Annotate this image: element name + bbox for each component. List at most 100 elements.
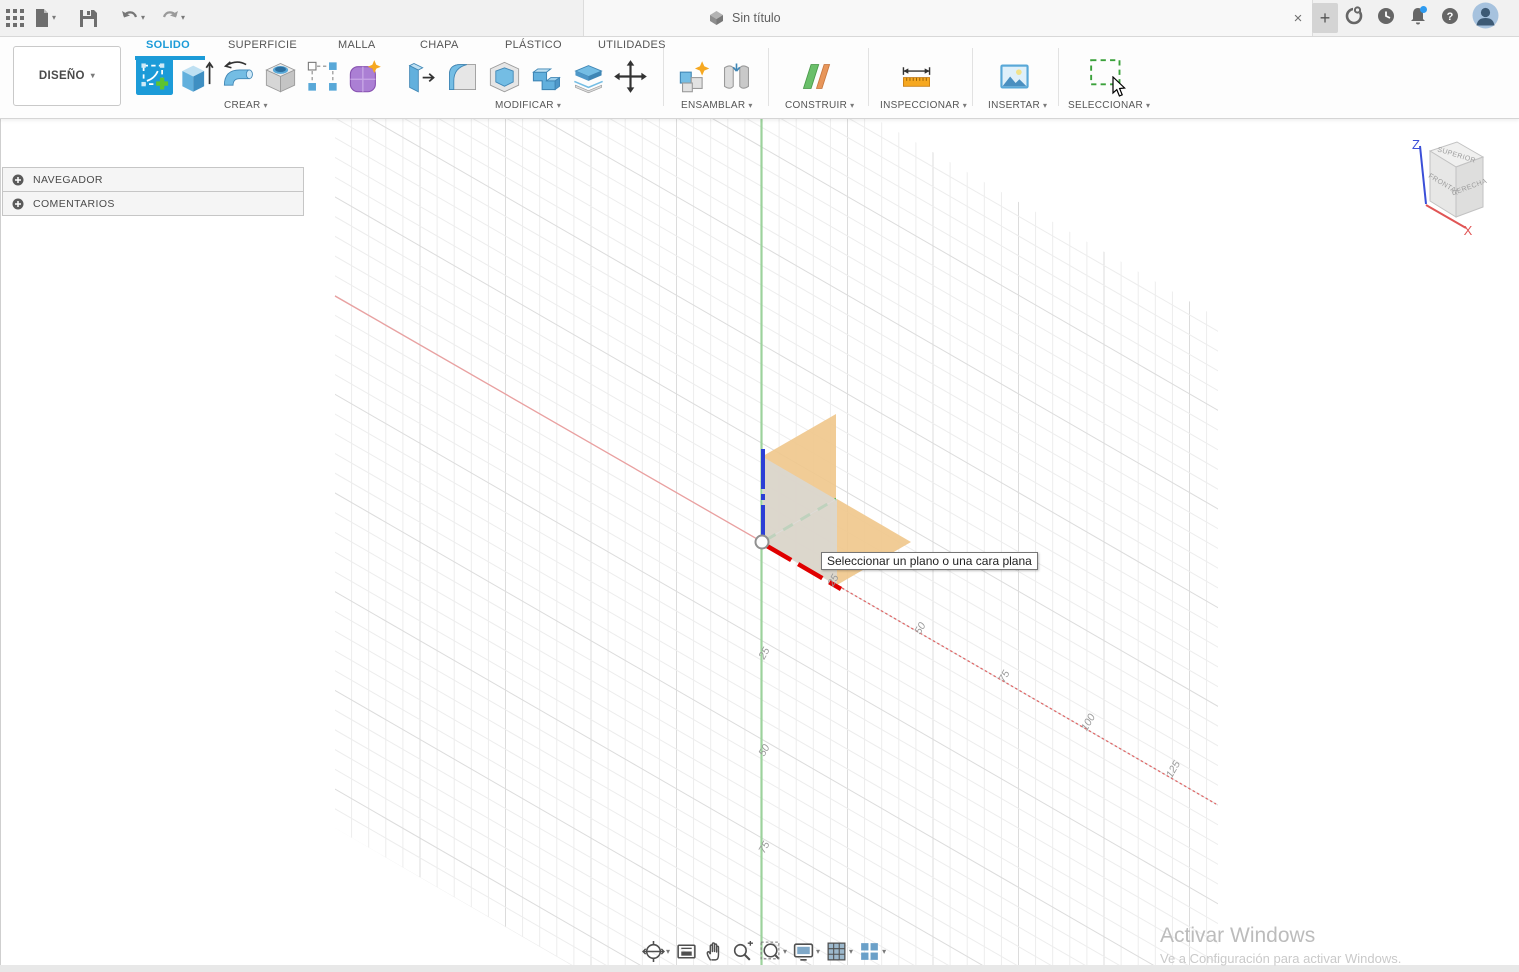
look-at-icon xyxy=(677,944,696,959)
group-divider xyxy=(768,48,769,106)
fit-caret[interactable]: ▾ xyxy=(783,947,787,956)
x-axis-label: 125 xyxy=(1164,759,1183,780)
viewports-icon xyxy=(861,943,878,960)
document-title: Sin título xyxy=(732,11,781,25)
display-settings-button[interactable]: ▾ xyxy=(792,940,820,963)
x-axis-label: 50 xyxy=(912,620,928,636)
zoom-button[interactable] xyxy=(731,940,754,963)
display-settings-caret[interactable]: ▾ xyxy=(816,947,820,956)
display-settings-icon xyxy=(793,943,814,961)
look-at-button[interactable] xyxy=(675,940,698,963)
origin-point[interactable] xyxy=(754,534,770,550)
rectangular-pattern-button[interactable] xyxy=(304,58,341,95)
save-button[interactable] xyxy=(80,9,98,27)
undo-button[interactable]: ▾ xyxy=(121,10,145,26)
new-tab-button[interactable]: + xyxy=(1312,3,1338,33)
fit-button[interactable]: ▾ xyxy=(759,940,787,963)
expand-icon[interactable] xyxy=(12,174,24,186)
create-sketch-button[interactable] xyxy=(136,58,173,95)
tab-malla[interactable]: MALLA xyxy=(338,39,376,51)
profile-avatar[interactable] xyxy=(1472,2,1499,34)
tab-plastico[interactable]: PLÁSTICO xyxy=(505,39,562,51)
group-label-construir[interactable]: CONSTRUIR ▾ xyxy=(785,100,854,111)
viewports-caret[interactable]: ▾ xyxy=(882,947,886,956)
create-form-button[interactable] xyxy=(346,58,383,95)
close-tab-button[interactable]: × xyxy=(1288,8,1308,28)
viewcube[interactable]: SUPERIOR FRONTAL DERECHA Z X xyxy=(1412,137,1488,238)
notifications-icon[interactable] xyxy=(1408,5,1428,31)
group-divider xyxy=(663,48,664,106)
titlebar: ▾ ▾ ▾ Sin título × + ? xyxy=(0,0,1519,37)
tab-chapa[interactable]: CHAPA xyxy=(420,39,459,51)
group-divider xyxy=(972,48,973,106)
group-label-seleccionar[interactable]: SELECCIONAR ▾ xyxy=(1068,100,1150,111)
job-status-icon[interactable] xyxy=(1376,6,1396,31)
grid-settings-button[interactable]: ▾ xyxy=(825,940,853,963)
expand-icon[interactable] xyxy=(12,198,24,210)
offset-face-button[interactable] xyxy=(570,58,607,95)
tab-solido[interactable]: SOLIDO xyxy=(146,39,190,51)
group-divider xyxy=(868,48,869,106)
file-menu-button[interactable]: ▾ xyxy=(34,9,56,27)
y-axis-label: 25 xyxy=(756,645,773,662)
svg-text:?: ? xyxy=(1447,11,1454,23)
viewport-canvas[interactable]: 25 50 75 100 125 25 50 75 SUPERIOR FRONT… xyxy=(0,0,1519,972)
group-label-inspeccionar[interactable]: INSPECCIONAR ▾ xyxy=(880,100,967,111)
measure-button[interactable] xyxy=(898,58,935,95)
ribbon-toolbar: DISEÑO ▾ SOLIDO SUPERFICIE MALLA CHAPA P… xyxy=(0,36,1519,119)
file-menu-caret: ▾ xyxy=(52,13,57,22)
redo-icon xyxy=(162,11,179,18)
comments-panel-header[interactable]: COMENTARIOS xyxy=(3,191,303,215)
revolve-button[interactable] xyxy=(220,58,257,95)
x-axis-label: 75 xyxy=(996,668,1012,684)
fillet-button[interactable] xyxy=(444,58,481,95)
canvas-border xyxy=(0,118,1,972)
help-icon[interactable]: ? xyxy=(1440,6,1460,31)
tab-superficie[interactable]: SUPERFICIE xyxy=(228,39,297,51)
viewcube-x-label: X xyxy=(1464,223,1473,238)
orbit-button[interactable]: ▾ xyxy=(642,940,670,963)
combine-button[interactable] xyxy=(528,58,565,95)
x-axis-negative xyxy=(334,295,765,544)
press-pull-button[interactable] xyxy=(402,58,439,95)
selection-tooltip: Seleccionar un plano o una cara plana xyxy=(821,552,1038,570)
pan-icon xyxy=(706,942,720,961)
design-workspace-caret: ▾ xyxy=(90,71,96,80)
tab-utilidades[interactable]: UTILIDADES xyxy=(598,39,666,51)
notification-badge xyxy=(1420,5,1427,13)
group-label-crear[interactable]: CREAR ▾ xyxy=(224,100,268,111)
group-label-modificar[interactable]: MODIFICAR ▾ xyxy=(495,100,561,111)
orbit-caret[interactable]: ▾ xyxy=(666,947,670,956)
undo-caret[interactable]: ▾ xyxy=(141,14,145,22)
document-cube-icon xyxy=(710,11,723,25)
extensions-icon[interactable] xyxy=(1344,5,1364,31)
navigator-panel-header[interactable]: NAVEGADOR xyxy=(3,168,303,191)
construction-plane-button[interactable] xyxy=(798,58,835,95)
design-workspace-label: DISEÑO xyxy=(38,70,85,82)
shell-button[interactable] xyxy=(486,58,523,95)
group-label-insertar[interactable]: INSERTAR ▾ xyxy=(988,100,1047,111)
app-grid-icon[interactable] xyxy=(6,9,24,27)
redo-button[interactable]: ▾ xyxy=(161,10,185,26)
grid-settings-caret[interactable]: ▾ xyxy=(849,947,853,956)
fit-icon xyxy=(760,941,780,960)
redo-caret[interactable]: ▾ xyxy=(181,14,185,22)
new-component-button[interactable] xyxy=(676,58,713,95)
viewcube-z-axis xyxy=(1419,145,1427,205)
zoom-icon xyxy=(733,941,753,961)
insert-image-button[interactable] xyxy=(996,58,1033,95)
window-bottom-edge xyxy=(0,965,1519,972)
save-icon xyxy=(80,9,98,27)
y-axis-label: 50 xyxy=(756,742,772,758)
design-workspace-dropdown[interactable]: DISEÑO ▾ xyxy=(13,46,121,106)
joint-button[interactable] xyxy=(718,58,755,95)
pan-button[interactable] xyxy=(703,940,726,963)
document-tab[interactable] xyxy=(583,0,1313,36)
viewports-button[interactable]: ▾ xyxy=(858,940,886,963)
undo-icon xyxy=(122,11,138,18)
mouse-cursor xyxy=(1111,75,1127,103)
extrude-button[interactable] xyxy=(178,58,215,95)
hole-button[interactable] xyxy=(262,58,299,95)
move-button[interactable] xyxy=(612,58,649,95)
group-label-ensamblar[interactable]: ENSAMBLAR ▾ xyxy=(681,100,753,111)
